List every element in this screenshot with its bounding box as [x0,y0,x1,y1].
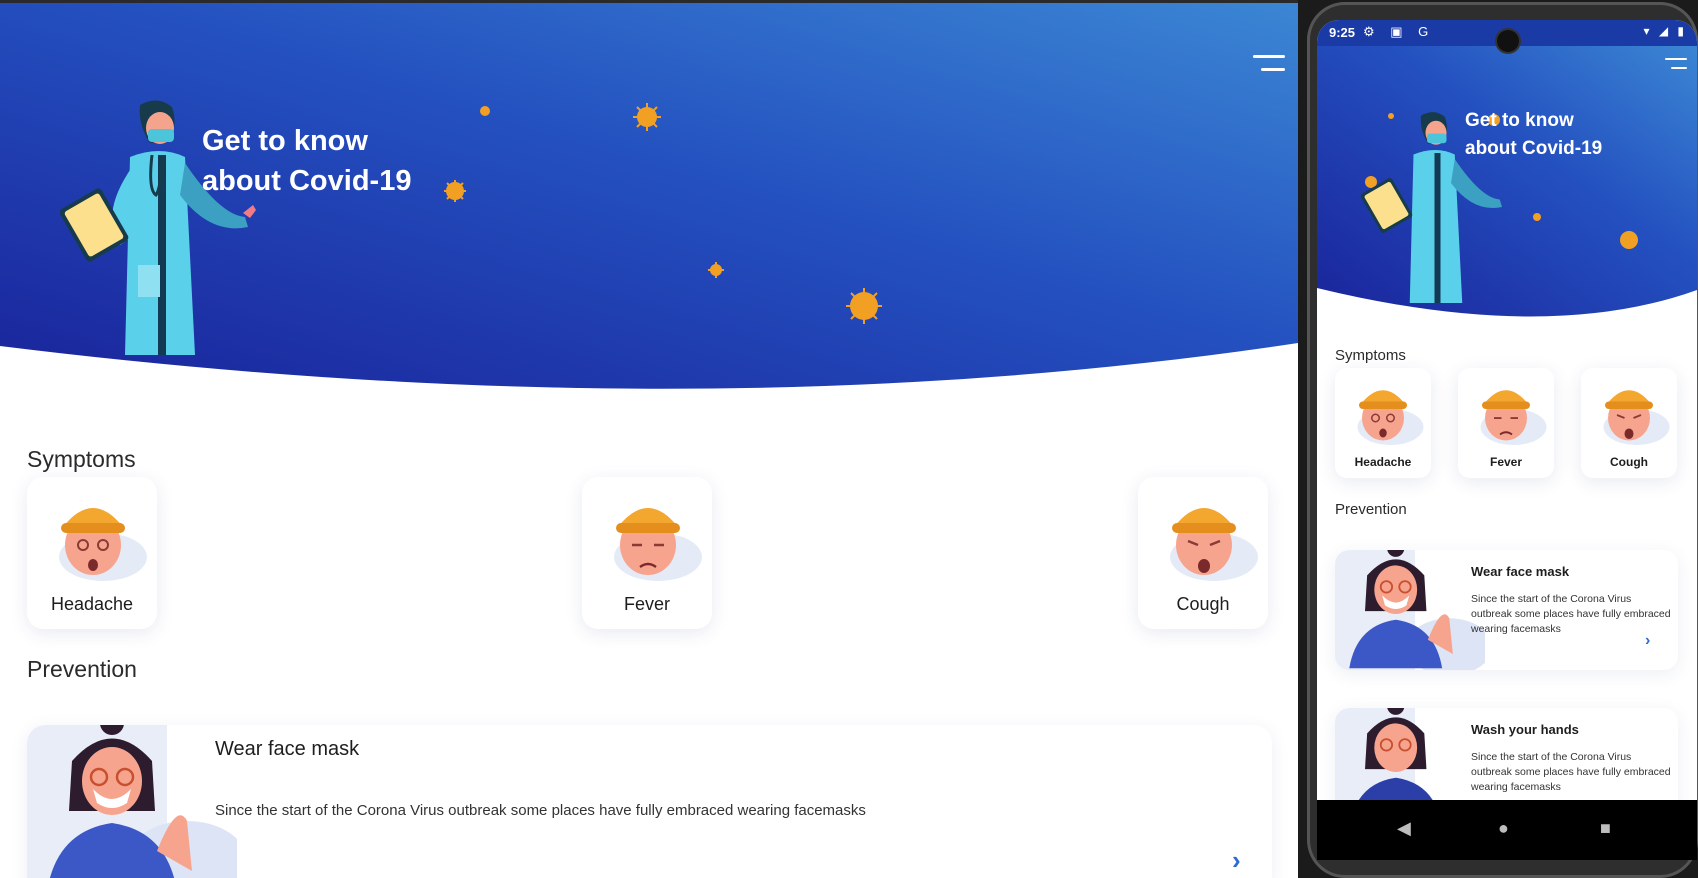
headache-face-illustration [59,508,147,581]
symptom-card-cough[interactable]: Cough [1138,477,1268,629]
phone-hero-banner [1317,46,1697,317]
symptom-label: Cough [1176,594,1230,614]
status-notification-icons: ⚙ ▣ G [1363,24,1435,39]
symptom-card-fever[interactable]: Fever [1458,368,1554,478]
fever-face-illustration [1480,390,1547,445]
hero-title-line2: about Covid-19 [202,165,412,197]
menu-icon[interactable] [1665,58,1687,72]
hero-title-line2: about Covid-19 [1465,138,1603,159]
symptom-label: Cough [1610,455,1648,469]
prevention-heading: Prevention [1335,501,1407,518]
symptom-card-fever[interactable]: Fever [582,477,712,629]
phone-screen: 9:25 ⚙ ▣ G ▾ ◢ ▮ Get to know about Covid… [1317,20,1697,800]
home-icon[interactable]: ● [1498,818,1509,839]
symptom-label: Headache [50,594,134,614]
android-nav-bar: ◀ ● ■ [1317,800,1697,860]
hero-title-line1: Get to know [1465,110,1574,131]
symptom-card-headache[interactable]: Headache [27,477,157,629]
prevention-title: Wear face mask [1471,564,1570,579]
status-time: 9:25 [1329,25,1356,40]
prevention-title: Wear face mask [215,738,360,760]
prevention-card-face-mask[interactable]: Wear face mask Since the start of the Co… [1335,550,1678,670]
prevention-card-face-mask[interactable]: Wear face mask Since the start of the Co… [27,725,1272,878]
prevention-description: Since the start of the Corona Virus outb… [1471,593,1671,635]
symptom-label: Fever [1489,455,1523,469]
fever-face-illustration [614,508,702,581]
cough-face-illustration [1170,508,1258,581]
status-signal-icons: ▾ ◢ ▮ [1643,24,1687,38]
woman-mask-illustration [49,725,237,878]
prevention-description: Since the start of the Corona Virus outb… [1471,751,1671,793]
symptom-card-headache[interactable]: Headache [1335,368,1431,478]
hero-title-line1: Get to know [202,125,368,157]
desktop-window: Get to know about Covid-19 Symptoms Head… [0,0,1298,878]
symptom-card-cough[interactable]: Cough [1581,368,1677,478]
symptoms-heading: Symptoms [1335,347,1406,364]
woman-mask-illustration [1349,550,1485,670]
virus-icon [446,106,878,320]
hero-title: Get to know about Covid-19 [1465,107,1635,163]
prevention-heading: Prevention [27,656,137,682]
recents-icon[interactable]: ■ [1600,818,1611,839]
woman-glasses-illustration [1358,708,1433,800]
symptom-label: Headache [1354,455,1412,469]
prevention-card-wash-hands[interactable]: Wash your hands Since the start of the C… [1335,708,1678,800]
chevron-right-icon[interactable]: › [1232,845,1241,876]
menu-icon[interactable] [1253,55,1285,77]
prevention-title: Wash your hands [1471,722,1579,737]
cough-face-illustration [1603,390,1670,445]
chevron-right-icon[interactable]: › [1645,632,1650,650]
headache-face-illustration [1357,390,1424,445]
symptom-label: Fever [623,594,670,614]
prevention-description: Since the start of the Corona Virus outb… [215,802,866,819]
hero-title: Get to know about Covid-19 [202,121,462,201]
symptoms-heading: Symptoms [27,446,136,472]
back-icon[interactable]: ◀ [1397,818,1411,839]
front-camera [1497,30,1519,52]
